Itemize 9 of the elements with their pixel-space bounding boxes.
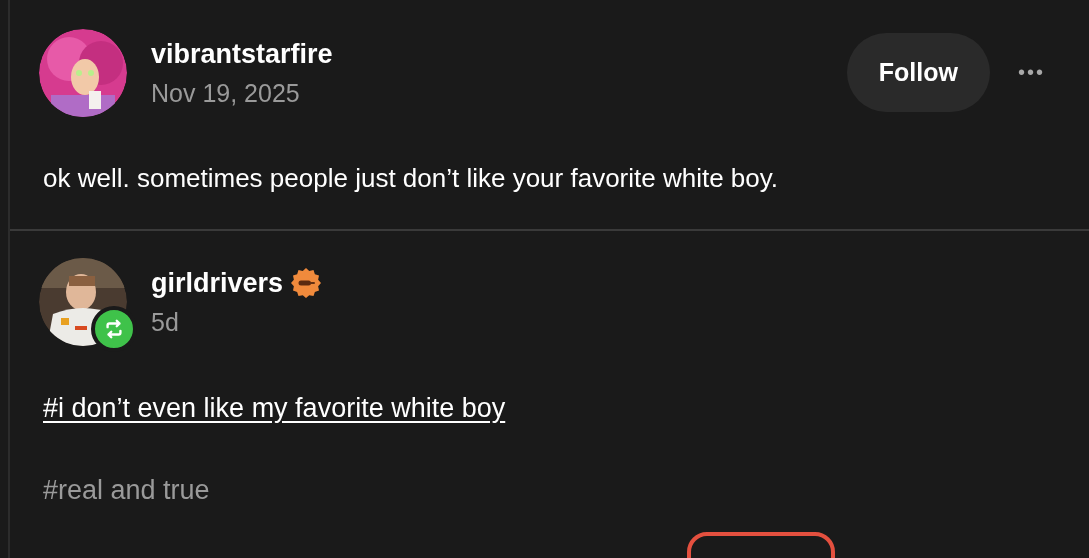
tag-link[interactable]: #i don’t even like my favorite white boy	[43, 390, 506, 426]
post-text: ok well. sometimes people just don’t like your favorite white boy.	[43, 162, 780, 195]
follow-button[interactable]: Follow	[846, 33, 990, 112]
more-button[interactable]: •••	[1018, 61, 1045, 84]
post-date: 5d	[151, 307, 180, 338]
post-date: Nov 19, 2025	[151, 78, 301, 109]
username-link[interactable]: girldrivers	[151, 266, 284, 300]
username-link[interactable]: vibrantstarfire	[151, 37, 333, 71]
tag-text[interactable]: #real and true	[43, 472, 210, 508]
